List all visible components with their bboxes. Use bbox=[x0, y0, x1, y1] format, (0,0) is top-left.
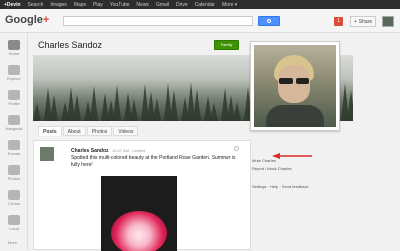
topnav-link[interactable]: YouTube bbox=[110, 2, 130, 8]
profile-tabs: Posts About Photos Videos bbox=[38, 126, 139, 136]
profile-photo bbox=[254, 45, 336, 127]
explore-icon bbox=[8, 65, 20, 75]
search-button[interactable] bbox=[258, 16, 280, 26]
left-sidebar: Home Explore Profile Hangouts Events Photos Ci… bbox=[0, 33, 28, 250]
cover-tree bbox=[193, 89, 201, 121]
topnav-link[interactable]: News bbox=[136, 2, 149, 8]
profile-photo-card[interactable] bbox=[250, 41, 340, 131]
profile-name: Charles Sandoz bbox=[38, 40, 103, 50]
photo-shirt bbox=[266, 105, 324, 127]
cover-tree bbox=[233, 102, 241, 121]
sidebar-item-label: Events bbox=[7, 151, 21, 156]
profile-icon bbox=[8, 90, 20, 100]
events-icon bbox=[8, 140, 20, 150]
account-avatar[interactable] bbox=[382, 16, 394, 27]
post-card: Charles Sandoz 10:47 AM - Limited Spotte… bbox=[33, 140, 251, 251]
family-circle-button[interactable]: Family bbox=[214, 40, 239, 50]
cover-tree bbox=[130, 99, 138, 121]
profile-side-links: Mute Charles Report / block Charles bbox=[252, 158, 292, 171]
post-author-name[interactable]: Charles Sandoz bbox=[71, 148, 109, 154]
post-text: Spotted this multi-colored beauty at the… bbox=[71, 155, 236, 168]
photos-icon bbox=[8, 165, 20, 175]
topnav-link[interactable]: Play bbox=[93, 2, 103, 8]
local-icon bbox=[8, 215, 20, 225]
post-meta: 10:47 AM - Limited bbox=[112, 148, 146, 153]
top-navigation-bar: +Devin Search Images Maps Play YouTube News Gma… bbox=[0, 0, 400, 9]
top-nav-links: +Devin Search Images Maps Play YouTube News Gma… bbox=[0, 0, 400, 9]
topnav-link[interactable]: Gmail bbox=[156, 2, 169, 8]
topnav-link[interactable]: Calendar bbox=[195, 2, 215, 8]
tab-posts[interactable]: Posts bbox=[38, 126, 62, 136]
cover-tree bbox=[50, 95, 58, 121]
cover-tree bbox=[347, 90, 353, 121]
google-plus-logo[interactable]: Google+ bbox=[5, 14, 49, 26]
home-icon bbox=[8, 40, 20, 50]
topnav-link[interactable]: +Devin bbox=[4, 2, 21, 8]
header: Google+ 1 + Share bbox=[0, 9, 400, 33]
share-label: Share bbox=[358, 18, 373, 25]
cover-tree bbox=[113, 85, 121, 121]
sidebar-item-hangouts[interactable]: Hangouts bbox=[0, 112, 28, 134]
post-photo[interactable] bbox=[101, 176, 177, 251]
plus-icon: + bbox=[353, 18, 357, 25]
sidebar-item-label: Local bbox=[9, 226, 19, 231]
sidebar-item-photos[interactable]: Photos bbox=[0, 162, 28, 184]
cover-tree bbox=[90, 86, 98, 121]
search-input[interactable] bbox=[63, 16, 253, 26]
sidebar-item-label: Explore bbox=[7, 76, 21, 81]
cover-tree bbox=[33, 103, 41, 121]
cover-tree bbox=[153, 98, 161, 121]
sidebar-item-label: Profile bbox=[8, 101, 20, 106]
sidebar-item-local[interactable]: Local bbox=[0, 212, 28, 234]
hangouts-icon bbox=[8, 115, 20, 125]
share-button[interactable]: + Share bbox=[350, 16, 376, 27]
tab-about[interactable]: About bbox=[62, 126, 86, 136]
footer-links[interactable]: Settings · Help · Send feedback bbox=[252, 184, 308, 189]
topnav-link[interactable]: Images bbox=[50, 2, 66, 8]
sidebar-item-label: Photos bbox=[7, 176, 21, 181]
topnav-link[interactable]: Drive bbox=[176, 2, 188, 8]
sidebar-more[interactable]: More bbox=[8, 240, 17, 245]
mute-link[interactable]: Mute Charles bbox=[252, 158, 292, 163]
tab-photos[interactable]: Photos bbox=[86, 126, 113, 136]
sidebar-item-explore[interactable]: Explore bbox=[0, 62, 28, 84]
photo-sunglasses bbox=[279, 78, 309, 84]
circles-icon bbox=[8, 190, 20, 200]
cover-tree bbox=[210, 103, 218, 121]
tab-videos[interactable]: Videos bbox=[113, 126, 139, 136]
cover-tree bbox=[170, 90, 178, 121]
topnav-link[interactable]: Maps bbox=[74, 2, 86, 8]
notification-badge[interactable]: 1 bbox=[334, 17, 343, 26]
photo-face bbox=[278, 65, 310, 103]
sidebar-item-label: Hangouts bbox=[5, 126, 23, 131]
report-block-link[interactable]: Report / block Charles bbox=[252, 166, 292, 171]
sidebar-item-label: Home bbox=[8, 51, 20, 56]
cover-tree bbox=[73, 94, 81, 121]
topnav-link[interactable]: Search bbox=[28, 2, 44, 8]
topnav-link[interactable]: More ▾ bbox=[222, 2, 237, 8]
sidebar-item-circles[interactable]: Circles bbox=[0, 187, 28, 209]
search-icon bbox=[267, 19, 271, 23]
rose-image bbox=[111, 211, 167, 251]
post-menu-icon[interactable] bbox=[234, 146, 239, 151]
sidebar-item-events[interactable]: Events bbox=[0, 137, 28, 159]
sidebar-item-home[interactable]: Home bbox=[0, 37, 28, 59]
post-author-avatar[interactable] bbox=[40, 147, 54, 161]
sidebar-item-label: Circles bbox=[7, 201, 21, 206]
sidebar-item-profile[interactable]: Profile bbox=[0, 87, 28, 109]
